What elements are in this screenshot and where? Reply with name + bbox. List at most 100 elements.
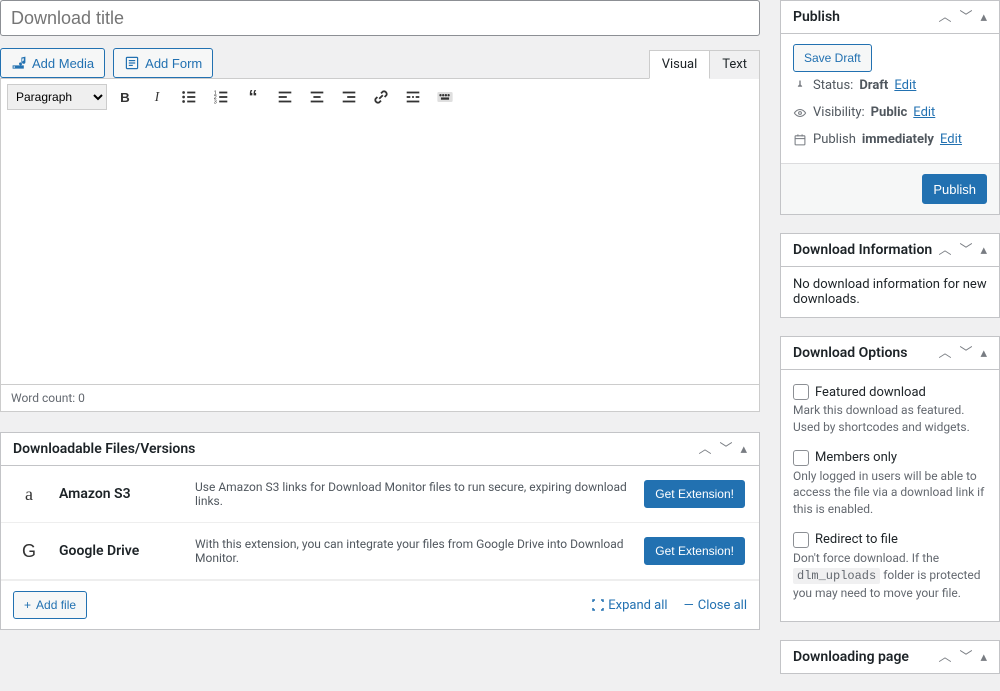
checkbox-icon[interactable]: [793, 384, 809, 400]
toggle-icon[interactable]: ▴: [980, 347, 987, 360]
align-right-icon: [340, 88, 358, 106]
members-label: Members only: [815, 450, 897, 465]
move-down-icon[interactable]: ﹀: [959, 347, 972, 360]
toggle-icon[interactable]: ▴: [980, 651, 987, 664]
visual-tab[interactable]: Visual: [649, 50, 711, 79]
blockquote-button[interactable]: “: [239, 83, 267, 111]
move-up-icon[interactable]: ︿: [938, 11, 951, 24]
form-icon: [124, 55, 140, 71]
featured-download-option[interactable]: Featured download: [793, 384, 987, 400]
files-box-title: Downloadable Files/Versions: [13, 441, 195, 457]
edit-status-link[interactable]: Edit: [894, 78, 916, 93]
move-up-icon[interactable]: ︿: [938, 651, 951, 664]
move-up-icon[interactable]: ︿: [938, 244, 951, 257]
text-tab[interactable]: Text: [710, 50, 760, 79]
close-all-link[interactable]: — Close all: [684, 598, 747, 613]
add-media-button[interactable]: Add Media: [0, 48, 105, 78]
get-extension-button[interactable]: Get Extension!: [644, 480, 745, 508]
word-count: Word count: 0: [0, 385, 760, 412]
numbered-list-button[interactable]: 123: [207, 83, 235, 111]
read-more-icon: [404, 88, 422, 106]
align-left-button[interactable]: [271, 83, 299, 111]
members-only-option[interactable]: Members only: [793, 450, 987, 466]
redirect-label: Redirect to file: [815, 532, 898, 547]
extension-name: Google Drive: [59, 543, 179, 559]
members-desc: Only logged in users will be able to acc…: [793, 468, 987, 518]
amazon-icon: a: [15, 484, 43, 505]
italic-icon: I: [155, 89, 159, 105]
extension-row-gdrive: G Google Drive With this extension, you …: [1, 523, 759, 580]
toggle-icon[interactable]: ▴: [980, 11, 987, 24]
checkbox-icon[interactable]: [793, 532, 809, 548]
download-info-title: Download Information: [793, 242, 932, 258]
link-button[interactable]: [367, 83, 395, 111]
checkbox-icon[interactable]: [793, 450, 809, 466]
align-center-button[interactable]: [303, 83, 331, 111]
move-up-icon[interactable]: ︿: [938, 347, 951, 360]
editor-toolbar: Paragraph B I 123 “: [0, 78, 760, 115]
featured-desc: Mark this download as featured. Used by …: [793, 402, 987, 436]
minus-icon: —: [684, 598, 694, 613]
extension-name: Amazon S3: [59, 486, 179, 502]
calendar-icon: [793, 133, 807, 147]
publish-box-title: Publish: [793, 9, 840, 25]
publish-button[interactable]: Publish: [922, 174, 987, 204]
move-up-icon[interactable]: ︿: [698, 443, 711, 456]
align-right-button[interactable]: [335, 83, 363, 111]
eye-icon: [793, 106, 807, 120]
move-down-icon[interactable]: ﹀: [719, 443, 732, 456]
add-form-label: Add Form: [145, 56, 202, 71]
italic-button[interactable]: I: [143, 83, 171, 111]
visibility-value: Public: [871, 105, 908, 120]
save-draft-button[interactable]: Save Draft: [793, 44, 872, 72]
camera-music-icon: [11, 55, 27, 71]
extension-desc: With this extension, you can integrate y…: [195, 537, 628, 565]
bold-icon: B: [120, 90, 130, 105]
align-left-icon: [276, 88, 294, 106]
downloading-page-title: Downloading page: [793, 649, 909, 665]
code-folder: dlm_uploads: [793, 568, 880, 584]
toggle-icon[interactable]: ▴: [740, 443, 747, 456]
move-down-icon[interactable]: ﹀: [959, 651, 972, 664]
google-icon: G: [15, 541, 43, 562]
featured-label: Featured download: [815, 385, 926, 400]
numbered-list-icon: 123: [212, 88, 230, 106]
extension-desc: Use Amazon S3 links for Download Monitor…: [195, 480, 628, 508]
edit-schedule-link[interactable]: Edit: [940, 132, 962, 147]
extension-row-s3: a Amazon S3 Use Amazon S3 links for Down…: [1, 466, 759, 523]
download-title-input[interactable]: [0, 0, 760, 36]
read-more-button[interactable]: [399, 83, 427, 111]
download-info-text: No download information for new download…: [781, 267, 999, 317]
format-select[interactable]: Paragraph: [7, 84, 107, 110]
toolbar-toggle-button[interactable]: [431, 83, 459, 111]
redirect-option[interactable]: Redirect to file: [793, 532, 987, 548]
status-label: Status:: [813, 78, 853, 93]
redirect-desc: Don't force download. If the dlm_uploads…: [793, 550, 987, 601]
bullet-list-icon: [180, 88, 198, 106]
publish-value: immediately: [862, 132, 934, 147]
expand-icon: [592, 599, 604, 611]
add-file-label: Add file: [36, 598, 76, 612]
download-options-title: Download Options: [793, 345, 907, 361]
move-down-icon[interactable]: ﹀: [959, 11, 972, 24]
publish-label: Publish: [813, 132, 856, 147]
link-icon: [372, 88, 390, 106]
align-center-icon: [308, 88, 326, 106]
editor-content[interactable]: [0, 115, 760, 385]
status-value: Draft: [859, 78, 888, 93]
toggle-icon[interactable]: ▴: [980, 244, 987, 257]
visibility-label: Visibility:: [813, 105, 865, 120]
add-file-button[interactable]: + Add file: [13, 591, 87, 619]
svg-text:3: 3: [214, 99, 217, 105]
pin-icon: [793, 79, 807, 93]
bullet-list-button[interactable]: [175, 83, 203, 111]
plus-icon: +: [24, 598, 31, 612]
add-form-button[interactable]: Add Form: [113, 48, 213, 78]
get-extension-button[interactable]: Get Extension!: [644, 537, 745, 565]
move-down-icon[interactable]: ﹀: [959, 244, 972, 257]
quote-icon: “: [249, 87, 258, 108]
bold-button[interactable]: B: [111, 83, 139, 111]
expand-all-link[interactable]: Expand all: [592, 598, 667, 613]
add-media-label: Add Media: [32, 56, 94, 71]
edit-visibility-link[interactable]: Edit: [913, 105, 935, 120]
